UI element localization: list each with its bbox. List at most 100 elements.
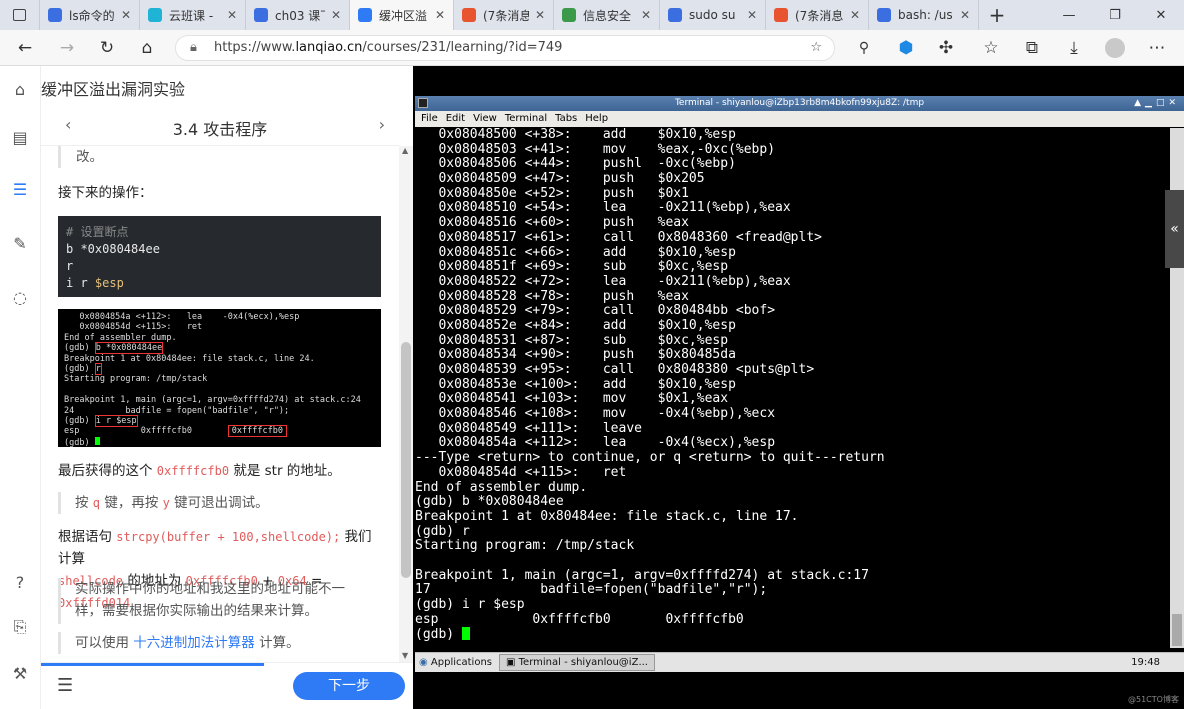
- extensions-button[interactable]: ✣: [933, 36, 959, 60]
- tool-nav-button[interactable]: ⚒: [9, 662, 31, 684]
- scroll-down-icon[interactable]: ▼: [402, 651, 408, 660]
- terminal-menu-view[interactable]: View: [473, 113, 497, 124]
- browser-tab[interactable]: (7条消息 ✕: [766, 0, 869, 30]
- home-button[interactable]: ⌂: [134, 36, 160, 60]
- shield-extension-button[interactable]: ⬢: [893, 36, 919, 60]
- scrollbar-thumb[interactable]: [401, 342, 411, 578]
- terminal-menu-help[interactable]: Help: [585, 113, 608, 124]
- close-tab-icon[interactable]: ✕: [227, 8, 237, 22]
- terminal-line: (gdb) r: [415, 523, 470, 539]
- browser-tab[interactable]: 信息安全 ✕: [554, 0, 660, 30]
- home-icon: ⌂: [141, 38, 153, 58]
- terminal-menu-tabs[interactable]: Tabs: [555, 113, 577, 124]
- browser-tab[interactable]: sudo su ✕: [660, 0, 766, 30]
- applications-menu[interactable]: ◉ Applications: [419, 653, 492, 672]
- profile-button[interactable]: [1102, 36, 1128, 60]
- close-tab-icon[interactable]: ✕: [747, 8, 757, 22]
- terminal-line: (gdb): [415, 627, 1170, 642]
- discussion-nav-button[interactable]: ◌: [9, 286, 31, 308]
- terminal-menu-edit[interactable]: Edit: [446, 113, 465, 124]
- restore-button[interactable]: ❐: [1092, 8, 1138, 23]
- report-nav-button[interactable]: ⎘: [9, 616, 31, 638]
- address-toolbar: ← → ↻ ⌂ 🔒︎ https://www.lanqiao.cn/course…: [0, 30, 1184, 66]
- terminal-line: 0x08048517 <+61>: call 0x8048360 <fread@…: [415, 229, 822, 245]
- lesson-footer: ☰ 下一步: [41, 662, 413, 709]
- baidu-paw-icon: [877, 8, 891, 22]
- close-tab-icon[interactable]: ✕: [331, 8, 341, 22]
- desktop-taskbar: ◉ Applications ▣ Terminal - shiyanlou@iZ…: [415, 652, 1184, 672]
- close-window-button[interactable]: ✕: [1138, 8, 1184, 23]
- close-tab-icon[interactable]: ✕: [121, 8, 131, 22]
- terminal-icon: ▣: [506, 657, 519, 668]
- terminal-scrollbar-thumb[interactable]: [1172, 614, 1182, 646]
- terminal-menu-file[interactable]: File: [421, 113, 438, 124]
- terminal-cursor: [461, 627, 470, 641]
- lesson-header: ‹ 3.4 攻击程序 ›: [41, 108, 399, 146]
- screenshot-line: Breakpoint 1 at 0x80484ee: file stack.c,…: [64, 353, 315, 364]
- next-ops-text: 接下来的操作：: [58, 185, 153, 201]
- home-nav-button[interactable]: ⌂: [9, 78, 31, 100]
- favorites-button[interactable]: ☆: [978, 36, 1004, 60]
- tab-actions-button[interactable]: [0, 0, 40, 30]
- extension-button[interactable]: ⚲: [851, 36, 877, 60]
- collapse-panel-button[interactable]: «: [1165, 190, 1184, 268]
- baidu-paw-icon: [48, 8, 62, 22]
- new-tab-button[interactable]: +: [979, 0, 1015, 30]
- browser-tab[interactable]: 云班课 - ✕: [140, 0, 246, 30]
- menu-list-icon[interactable]: ☰: [57, 675, 73, 696]
- terminal-window-controls[interactable]: ▲▁□✕: [1134, 96, 1180, 111]
- hex-calculator-link[interactable]: 十六进制加法计算器: [133, 635, 255, 651]
- close-tab-icon[interactable]: ✕: [535, 8, 545, 22]
- browser-tab[interactable]: ch03 课下✕: [246, 0, 350, 30]
- document-icon: ▤: [12, 127, 28, 147]
- terminal-line: 17 badfile=fopen("badfile","r");: [415, 582, 768, 598]
- watermark: @51CTO博客: [1128, 695, 1179, 704]
- content-scrollbar[interactable]: ▲ ▼: [399, 146, 413, 662]
- taskbar-terminal-item[interactable]: ▣ Terminal - shiyanlou@iZ...: [499, 654, 655, 671]
- terminal-line: 0x08048503 <+41>: mov %eax,-0xc(%ebp): [415, 141, 776, 157]
- collections-button[interactable]: ⧉: [1019, 36, 1045, 60]
- next-step-button[interactable]: 下一步: [293, 672, 405, 700]
- browser-tab[interactable]: 缓冲区溢 ✕: [350, 0, 454, 30]
- minimize-button[interactable]: —: [1046, 8, 1092, 23]
- terminal-line: 0x0804853e <+100>: add $0x10,%esp: [415, 376, 736, 392]
- address-result-text: 最后获得的这个 0xffffcfb0 就是 str 的地址。: [58, 463, 341, 479]
- chat-icon: ◌: [13, 287, 27, 307]
- terminal-line: 0x08048541 <+103>: mov $0x1,%eax: [415, 391, 729, 407]
- close-tab-icon[interactable]: ✕: [641, 8, 651, 22]
- close-tab-icon[interactable]: ✕: [960, 8, 970, 22]
- downloads-button[interactable]: ⤓: [1061, 36, 1087, 60]
- code-block: # 设置断点 b *0x080484ee r i r $esp: [58, 216, 381, 297]
- quit-hint: 按 q 键，再按 y 键可退出调试。: [58, 492, 378, 514]
- lesson-content: 改。 接下来的操作： # 设置断点 b *0x080484ee r i r $es…: [41, 146, 399, 662]
- terminal-output[interactable]: 0x08048500 <+38>: add $0x10,%esp 0x08048…: [415, 128, 1170, 648]
- browser-tab[interactable]: bash: /us ✕: [869, 0, 979, 30]
- highlight-box: 0xffffcfb0: [227, 425, 287, 438]
- forward-button[interactable]: →: [54, 36, 80, 60]
- next-lesson-button[interactable]: ›: [379, 115, 385, 134]
- terminal-menu-terminal[interactable]: Terminal: [505, 113, 547, 124]
- terminal-line: 0x08048509 <+47>: push $0x205: [415, 171, 705, 187]
- help-nav-button[interactable]: ?: [9, 571, 31, 593]
- terminal-line: Starting program: /tmp/stack: [415, 538, 635, 554]
- add-favorite-icon[interactable]: ☆: [810, 36, 822, 60]
- terminal-window: Terminal - shiyanlou@iZbp13rb8m4bkofn99x…: [415, 96, 1184, 672]
- refresh-button[interactable]: ↻: [94, 36, 120, 60]
- close-tab-icon[interactable]: ✕: [850, 8, 860, 22]
- address-input[interactable]: 🔒︎ https://www.lanqiao.cn/courses/231/le…: [175, 35, 835, 61]
- notes-nav-button[interactable]: ✎: [9, 232, 31, 254]
- browser-tab[interactable]: (7条消息 ✕: [454, 0, 554, 30]
- gdb-screenshot-image: 0x0804854a <+112>: lea -0x4(%ecx),%esp 0…: [58, 309, 381, 448]
- baidu-paw-icon: [668, 8, 682, 22]
- document-nav-button[interactable]: ▤: [9, 126, 31, 148]
- terminal-line: 0x08048529 <+79>: call 0x80484bb <bof>: [415, 303, 776, 319]
- scroll-up-icon[interactable]: ▲: [402, 146, 408, 155]
- code-line: r: [66, 259, 74, 273]
- settings-more-button[interactable]: ⋯: [1144, 36, 1170, 60]
- browser-tab[interactable]: ls命令的使✕: [40, 0, 140, 30]
- back-button[interactable]: ←: [12, 36, 38, 60]
- quote-block-top: 改。: [58, 146, 378, 168]
- outline-nav-button[interactable]: ☰: [9, 178, 31, 200]
- terminal-menubar: File Edit View Terminal Tabs Help: [415, 111, 1184, 127]
- close-tab-icon[interactable]: ✕: [435, 8, 445, 22]
